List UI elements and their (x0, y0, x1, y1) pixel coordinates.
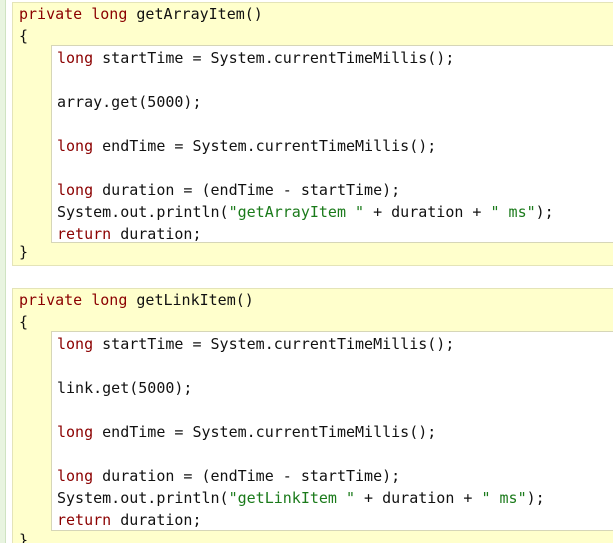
string-literal: "getArrayItem " (228, 203, 365, 221)
code-text: + duration + (364, 203, 491, 221)
code-line-duration[interactable]: long duration = (endTime - startTime); (57, 179, 400, 201)
keyword-long: long (57, 467, 94, 485)
code-line-return[interactable]: return duration; (57, 223, 202, 245)
code-text: ); (535, 203, 554, 221)
code-line-array-get[interactable]: array.get(5000); (57, 91, 202, 113)
keyword-long: long (57, 335, 94, 353)
keyword-long: long (57, 49, 94, 67)
open-brace: { (19, 313, 29, 331)
code-text: duration = (endTime - startTime); (93, 467, 401, 485)
open-brace: { (19, 27, 29, 45)
code-text: System.out.println( (57, 489, 229, 507)
keyword-return: return (57, 225, 112, 243)
method-name: getLinkItem() (127, 291, 254, 309)
keyword-long: long (57, 423, 94, 441)
keyword-long: long (57, 181, 94, 199)
code-text: duration = (endTime - startTime); (93, 181, 401, 199)
keyword-private: private (19, 5, 83, 23)
code-line-endtime[interactable]: long endTime = System.currentTimeMillis(… (57, 135, 436, 157)
string-literal: " ms" (481, 489, 527, 507)
code-text: endTime = System.currentTimeMillis(); (93, 137, 437, 155)
code-line-starttime[interactable]: long startTime = System.currentTimeMilli… (57, 333, 454, 355)
code-text: + duration + (355, 489, 482, 507)
method-signature[interactable]: private long getLinkItem() (19, 289, 254, 311)
string-literal: "getLinkItem " (228, 489, 356, 507)
method-name: getArrayItem() (127, 5, 263, 23)
code-line-println[interactable]: System.out.println("getLinkItem " + dura… (57, 487, 545, 509)
code-line-duration[interactable]: long duration = (endTime - startTime); (57, 465, 400, 487)
method-block-getlinkitem: private long getLinkItem() { long startT… (12, 288, 613, 543)
keyword-return: return (57, 511, 112, 529)
keyword-long: long (91, 5, 128, 23)
code-text: startTime = System.currentTimeMillis(); (93, 335, 455, 353)
code-text: duration; (111, 225, 202, 243)
string-literal: " ms" (490, 203, 536, 221)
code-line-starttime[interactable]: long startTime = System.currentTimeMilli… (57, 47, 454, 69)
code-text: startTime = System.currentTimeMillis(); (93, 49, 455, 67)
keyword-long: long (57, 137, 94, 155)
close-brace: } (19, 243, 29, 261)
code-line-link-get[interactable]: link.get(5000); (57, 377, 192, 399)
close-brace: } (19, 531, 29, 543)
method-block-getarrayitem: private long getArrayItem() { long start… (12, 2, 613, 266)
code-line-endtime[interactable]: long endTime = System.currentTimeMillis(… (57, 421, 436, 443)
code-text: ); (526, 489, 545, 507)
keyword-private: private (19, 291, 83, 309)
code-text: System.out.println( (57, 203, 229, 221)
code-line-return[interactable]: return duration; (57, 509, 202, 531)
method-signature[interactable]: private long getArrayItem() (19, 3, 263, 25)
editor-gutter (0, 0, 6, 543)
code-text: duration; (111, 511, 202, 529)
code-text: endTime = System.currentTimeMillis(); (93, 423, 437, 441)
code-line-println[interactable]: System.out.println("getArrayItem " + dur… (57, 201, 554, 223)
keyword-long: long (91, 291, 128, 309)
